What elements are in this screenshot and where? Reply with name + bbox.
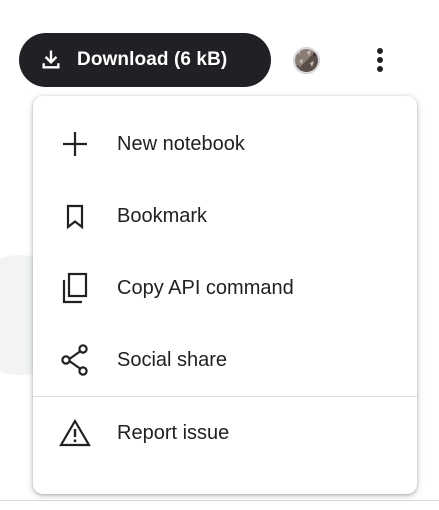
copy-icon <box>58 271 92 305</box>
user-avatar-icon <box>293 47 320 74</box>
menu-item-label: Report issue <box>117 421 230 444</box>
download-button-label: Download (6 kB) <box>77 49 228 70</box>
share-icon <box>58 343 92 377</box>
more-options-button[interactable] <box>362 40 398 80</box>
background-divider <box>0 500 439 501</box>
menu-item-social-share[interactable]: Social share <box>33 324 417 396</box>
more-vert-icon <box>377 48 383 72</box>
menu-item-label: New notebook <box>117 132 245 155</box>
bookmark-icon <box>58 199 92 233</box>
plus-icon <box>58 127 92 161</box>
options-menu: New notebook Bookmark Copy API command S… <box>33 96 417 494</box>
menu-item-bookmark[interactable]: Bookmark <box>33 180 417 252</box>
warning-icon <box>58 416 92 450</box>
menu-item-label: Bookmark <box>117 204 208 227</box>
download-icon <box>39 48 63 72</box>
menu-item-report-issue[interactable]: Report issue <box>33 397 417 469</box>
avatar[interactable] <box>293 47 320 74</box>
download-button[interactable]: Download (6 kB) <box>19 33 271 87</box>
menu-item-new-notebook[interactable]: New notebook <box>33 108 417 180</box>
menu-item-copy-api-command[interactable]: Copy API command <box>33 252 417 324</box>
menu-item-label: Social share <box>117 348 228 371</box>
menu-item-label: Copy API command <box>117 276 294 299</box>
page: Download (6 kB) New notebook Bookmark Co… <box>0 0 439 510</box>
